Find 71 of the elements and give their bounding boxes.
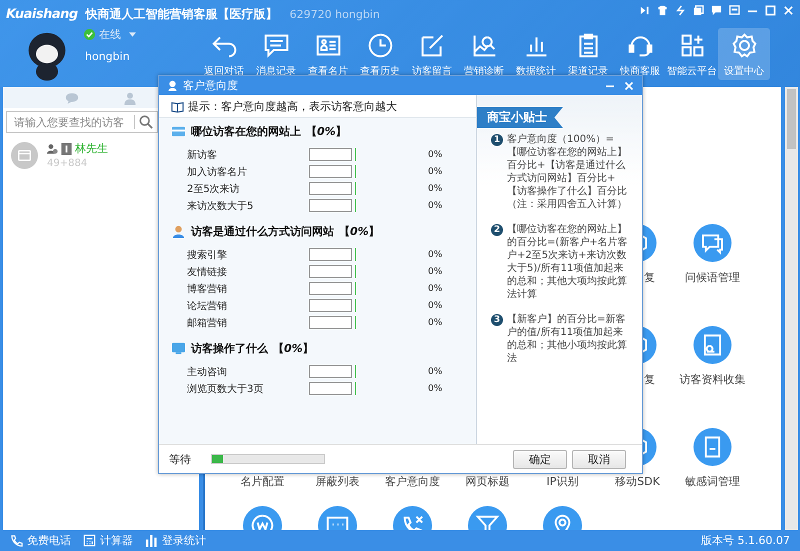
section-title: 访客操作了什么 bbox=[191, 340, 268, 356]
item-label: 论坛营销 bbox=[187, 300, 228, 312]
toolbar-button[interactable]: 渠道记录 bbox=[562, 28, 614, 80]
toolbar-button[interactable]: 设置中心 bbox=[718, 28, 770, 80]
dialog-title: 客户意向度 bbox=[183, 78, 239, 93]
section-title: 访客是通过什么方式访问网站 bbox=[191, 224, 334, 238]
item-label: 加入访客名片 bbox=[187, 166, 248, 178]
setting-label[interactable]: 移动SDK bbox=[615, 474, 660, 489]
item-percent: 0% bbox=[428, 300, 442, 310]
toolbar-button[interactable]: 快商客服 bbox=[614, 28, 666, 80]
setting-label[interactable]: 客户意向度 bbox=[385, 474, 440, 489]
toolbar-button[interactable]: 营销诊断 bbox=[458, 28, 510, 80]
item-percent: 0% bbox=[428, 250, 442, 260]
item-percent: 0% bbox=[428, 266, 442, 276]
section-percent: 【0%】 bbox=[306, 124, 347, 138]
confirm-button[interactable]: 确定 bbox=[513, 450, 567, 468]
item-label: 新访客 bbox=[187, 148, 218, 162]
section-percent: 【0%】 bbox=[339, 224, 380, 238]
setting-label[interactable]: 访客资料收集 bbox=[680, 372, 746, 387]
step-number: 3 bbox=[491, 314, 503, 326]
item-label: 浏览页数大于3页 bbox=[187, 382, 264, 396]
item-label: 邮箱营销 bbox=[187, 316, 228, 330]
user-name: hongbin bbox=[85, 50, 131, 63]
toolbar-button[interactable]: 查看名片 bbox=[302, 28, 354, 80]
version-text: 版本号 5.1.60.07 bbox=[701, 533, 790, 548]
item-label: 友情链接 bbox=[187, 266, 228, 278]
progress-status: 等待 bbox=[169, 452, 192, 466]
toolbar-button[interactable]: 数据统计 bbox=[510, 28, 562, 80]
section-percent: 【0%】 bbox=[273, 340, 314, 356]
setting-label[interactable]: 名片配置 bbox=[240, 474, 284, 489]
item-label: 主动咨询 bbox=[187, 366, 228, 378]
toolbar-button[interactable]: 智能云平台 bbox=[666, 28, 718, 80]
app-logo: Kuaishang bbox=[6, 6, 78, 22]
setting-label[interactable]: 问候语管理 bbox=[685, 270, 740, 285]
step-number: 1 bbox=[491, 134, 503, 146]
item-percent: 0% bbox=[428, 150, 442, 160]
setting-label[interactable]: 复 bbox=[644, 372, 675, 387]
tip-text: 【新客户】的百分比=新客户的值/所有11项值加起来的总和；其他小项均按此算法 bbox=[507, 313, 628, 365]
item-percent: 0% bbox=[428, 384, 442, 394]
toolbar-button[interactable]: 返回对话 bbox=[198, 28, 250, 80]
item-label: 来访次数大于5 bbox=[187, 200, 254, 212]
item-label: 搜索引擎 bbox=[187, 248, 228, 262]
setting-label[interactable]: 屏蔽列表 bbox=[316, 474, 360, 489]
search-field[interactable]: 请输入您要查找的访客 bbox=[6, 111, 158, 133]
status-link[interactable]: 登录统计 bbox=[162, 533, 206, 548]
status-link[interactable]: 计算器 bbox=[100, 533, 133, 548]
status-label[interactable]: 在线 bbox=[99, 27, 121, 42]
hint-text: 提示：客户意向度越高，表示访客意向越大 bbox=[188, 98, 397, 114]
item-label: 博客营销 bbox=[187, 282, 228, 296]
setting-label[interactable]: 复 bbox=[644, 270, 675, 285]
item-percent: 0% bbox=[428, 200, 442, 210]
step-number: 2 bbox=[491, 224, 503, 236]
item-percent: 0% bbox=[428, 184, 442, 194]
cancel-button[interactable]: 取消 bbox=[572, 450, 626, 468]
item-percent: 0% bbox=[428, 284, 442, 294]
item-label: 2至5次来访 bbox=[187, 182, 241, 196]
item-percent: 0% bbox=[428, 318, 442, 328]
tip-text: 客户意向度（100%）=【哪位访客在您的网站上】百分比+【访客是通过什么方式访问网站】百分比+【访客操作了什么】百分比（注：采用四舍五入计算） bbox=[507, 133, 628, 211]
window-title: 快商通人工智能营销客服【医疗版】 bbox=[86, 6, 278, 22]
setting-label[interactable]: 网页标题 bbox=[466, 474, 510, 489]
visitor-name: 林先生 bbox=[75, 141, 108, 156]
item-percent: 0% bbox=[428, 166, 442, 176]
account-id: 629720 hongbin bbox=[290, 8, 380, 20]
toolbar-button[interactable]: 访客留言 bbox=[406, 28, 458, 80]
tips-ribbon: 商宝小贴士 bbox=[477, 107, 563, 128]
setting-label[interactable]: 敏感词管理 bbox=[685, 474, 740, 489]
item-percent: 0% bbox=[428, 366, 442, 376]
status-link[interactable]: 免费电话 bbox=[27, 533, 71, 548]
setting-label[interactable]: IP识别 bbox=[546, 474, 578, 489]
section-title: 哪位访客在您的网站上 bbox=[191, 124, 301, 138]
tip-text: 【哪位访客在您的网站上】的百分比=(新客户+名片客户+2至5次来访+来访次数大于5)/所有11项值加起来的总和；其他大项均按此算法计算 bbox=[507, 223, 629, 301]
